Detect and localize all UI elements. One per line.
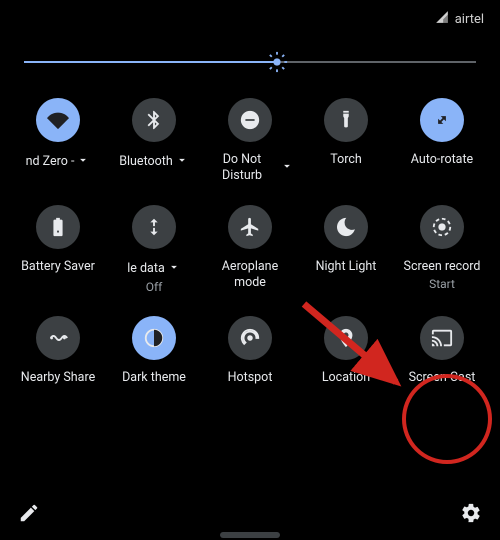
battery-icon[interactable] xyxy=(36,205,80,249)
tile-label: Aeroplane mode xyxy=(206,259,294,290)
tile-autorotate[interactable]: Auto-rotate xyxy=(394,98,490,183)
tile-location[interactable]: Location xyxy=(298,316,394,386)
annotation-circle xyxy=(402,374,492,464)
tile-sublabel: Off xyxy=(146,280,163,294)
dnd-icon[interactable] xyxy=(228,98,272,142)
autorotate-icon[interactable] xyxy=(420,98,464,142)
chevron-down-icon[interactable] xyxy=(175,152,189,171)
chevron-down-icon[interactable] xyxy=(167,259,181,278)
airplane-icon[interactable] xyxy=(228,205,272,249)
brightness-slider[interactable] xyxy=(24,50,476,74)
darktheme-icon[interactable] xyxy=(132,316,176,360)
wifi-icon[interactable] xyxy=(36,98,80,142)
tile-label: Dark theme xyxy=(122,370,186,386)
cast-icon[interactable] xyxy=(420,316,464,360)
tile-label: Night Light xyxy=(316,259,377,275)
tile-bluetooth[interactable]: Bluetooth xyxy=(106,98,202,183)
status-bar: airtel xyxy=(0,0,500,32)
nearby-icon[interactable] xyxy=(36,316,80,360)
tile-label: Do Not Disturb xyxy=(206,152,278,183)
screenrecord-icon[interactable] xyxy=(420,205,464,249)
tile-label: Torch xyxy=(330,152,362,168)
tile-screenrecord[interactable]: Screen record Start xyxy=(394,205,490,294)
tile-battery[interactable]: Battery Saver xyxy=(10,205,106,294)
tile-cast[interactable]: Screen Cast xyxy=(394,316,490,386)
carrier-label: airtel xyxy=(455,12,484,27)
settings-button[interactable] xyxy=(460,502,482,528)
tile-label: Nearby Share xyxy=(21,370,95,386)
chevron-down-icon[interactable] xyxy=(76,152,90,171)
tile-wifi[interactable]: nd Zero - xyxy=(10,98,106,183)
mobiledata-icon[interactable] xyxy=(132,205,176,249)
tile-label: nd Zero - xyxy=(26,154,75,170)
hotspot-icon[interactable] xyxy=(228,316,272,360)
tile-nearby[interactable]: Nearby Share xyxy=(10,316,106,386)
tile-label: Screen Cast xyxy=(409,370,476,386)
tile-label: Battery Saver xyxy=(21,259,95,275)
tile-hotspot[interactable]: Hotspot xyxy=(202,316,298,386)
chevron-down-icon[interactable] xyxy=(280,158,294,177)
tile-label: le data xyxy=(127,261,165,277)
tile-mobiledata[interactable]: le data Off xyxy=(106,205,202,294)
tile-label: Location xyxy=(322,370,370,386)
tile-airplane[interactable]: Aeroplane mode xyxy=(202,205,298,294)
tile-sublabel: Start xyxy=(429,277,455,291)
tile-nightlight[interactable]: Night Light xyxy=(298,205,394,294)
nightlight-icon[interactable] xyxy=(324,205,368,249)
bluetooth-icon[interactable] xyxy=(132,98,176,142)
tile-label: Hotspot xyxy=(228,370,273,386)
tile-label: Auto-rotate xyxy=(411,152,473,168)
edit-button[interactable] xyxy=(18,502,40,528)
quick-settings-grid: nd Zero - Bluetooth Do Not Disturb Torch Aut… xyxy=(0,98,500,386)
tile-dnd[interactable]: Do Not Disturb xyxy=(202,98,298,183)
tile-label: Bluetooth xyxy=(119,154,173,170)
tile-darktheme[interactable]: Dark theme xyxy=(106,316,202,386)
tile-torch[interactable]: Torch xyxy=(298,98,394,183)
brightness-thumb xyxy=(266,51,288,73)
gesture-handle[interactable] xyxy=(220,532,280,538)
location-icon[interactable] xyxy=(324,316,368,360)
tile-label: Screen record xyxy=(404,259,481,275)
signal-icon xyxy=(435,10,449,28)
torch-icon[interactable] xyxy=(324,98,368,142)
brightness-fill xyxy=(24,61,277,63)
